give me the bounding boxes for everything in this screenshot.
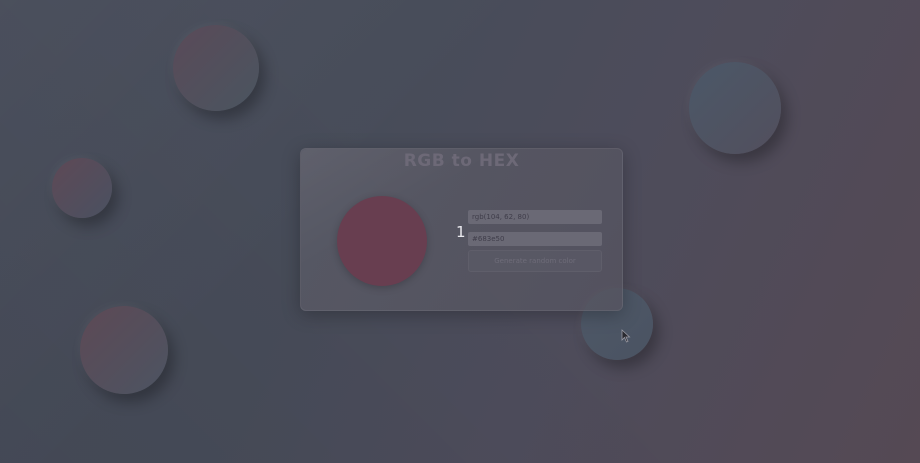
decorative-bubble (80, 306, 168, 394)
decorative-bubble (52, 158, 112, 218)
counter-value: 1 (456, 223, 466, 241)
color-swatch (337, 196, 427, 286)
rgb-input[interactable] (468, 210, 602, 224)
hex-input[interactable] (468, 232, 602, 246)
decorative-bubble (173, 25, 259, 111)
page-title: RGB to HEX (403, 151, 520, 171)
generate-random-color-button[interactable]: Generate random color (468, 250, 602, 272)
converter-card: RGB to HEX 1 Generate random color (300, 148, 623, 311)
mouse-pointer-icon (621, 329, 631, 343)
decorative-bubble (689, 62, 781, 154)
